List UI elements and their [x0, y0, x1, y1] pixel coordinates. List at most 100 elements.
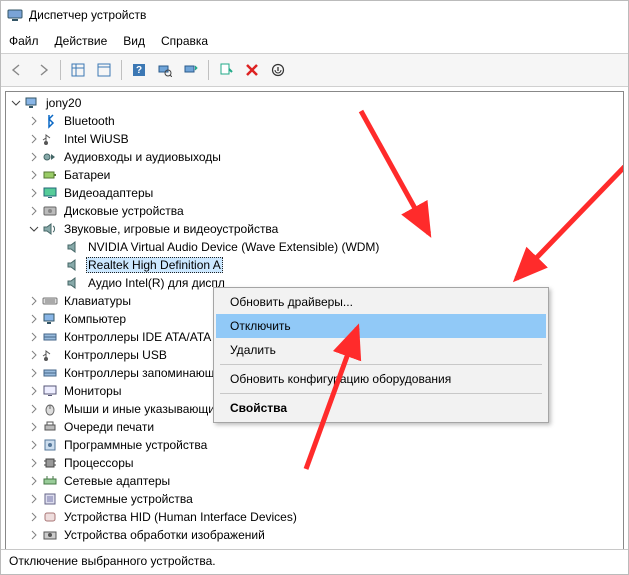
show-hide-tree-button[interactable]	[66, 58, 90, 82]
category-label: Звуковые, игровые и видеоустройства	[62, 222, 280, 236]
collapse-arrow[interactable]	[28, 223, 40, 235]
expand-arrow[interactable]	[28, 151, 40, 163]
update-driver-button[interactable]	[179, 58, 203, 82]
cpu-icon	[42, 455, 58, 471]
expand-arrow[interactable]	[28, 421, 40, 433]
tree-category[interactable]: Батареи	[6, 166, 623, 184]
expand-arrow[interactable]	[28, 511, 40, 523]
expand-arrow[interactable]	[28, 205, 40, 217]
expand-arrow[interactable]	[28, 403, 40, 415]
computer-icon	[24, 95, 40, 111]
statusbar: Отключение выбранного устройства.	[1, 549, 628, 574]
device-label: Realtek High Definition A	[86, 257, 223, 273]
window-title: Диспетчер устройств	[29, 8, 146, 22]
menu-help[interactable]: Справка	[161, 34, 208, 48]
category-label: Контроллеры запоминающ	[62, 366, 217, 380]
category-label: Системные устройства	[62, 492, 195, 506]
expand-arrow[interactable]	[28, 133, 40, 145]
menu-file[interactable]: Файл	[9, 34, 39, 48]
nav-forward-button[interactable]	[31, 58, 55, 82]
category-label: Очереди печати	[62, 420, 156, 434]
category-label: Контроллеры USB	[62, 348, 169, 362]
tree-category[interactable]: Сетевые адаптеры	[6, 472, 623, 490]
expand-arrow[interactable]	[28, 115, 40, 127]
context-menu-item[interactable]: Свойства	[216, 396, 546, 420]
tree-device[interactable]: Realtek High Definition A	[6, 256, 623, 274]
ide-icon	[42, 329, 58, 345]
category-label: Устройства HID (Human Interface Devices)	[62, 510, 299, 524]
network-icon	[42, 473, 58, 489]
expand-arrow[interactable]	[28, 187, 40, 199]
toolbar: ?	[1, 53, 628, 87]
properties-button[interactable]	[92, 58, 116, 82]
context-menu-item[interactable]: Удалить	[216, 338, 546, 362]
tree-category[interactable]: Звуковые, игровые и видеоустройства	[6, 220, 623, 238]
tree-category[interactable]: Системные устройства	[6, 490, 623, 508]
bluetooth-icon	[42, 113, 58, 129]
category-label: Мониторы	[62, 384, 123, 398]
scan-hardware-button[interactable]	[153, 58, 177, 82]
device-label: Аудио Intel(R) для диспл	[86, 276, 227, 290]
category-label: Клавиатуры	[62, 294, 133, 308]
expand-arrow[interactable]	[28, 331, 40, 343]
context-menu-item[interactable]: Обновить драйверы...	[216, 290, 546, 314]
nav-back-button[interactable]	[5, 58, 29, 82]
category-label: Компьютер	[62, 312, 128, 326]
expand-arrow[interactable]	[28, 313, 40, 325]
disk-icon	[42, 203, 58, 219]
tree-device[interactable]: NVIDIA Virtual Audio Device (Wave Extens…	[6, 238, 623, 256]
category-label: Батареи	[62, 168, 112, 182]
expand-arrow[interactable]	[28, 529, 40, 541]
sound-icon	[42, 221, 58, 237]
category-label: Дисковые устройства	[62, 204, 186, 218]
expand-arrow[interactable]	[28, 169, 40, 181]
tree-category[interactable]: Видеоадаптеры	[6, 184, 623, 202]
menu-action[interactable]: Действие	[55, 34, 108, 48]
toolbar-divider	[60, 60, 61, 80]
device-manager-window: Диспетчер устройств Файл Действие Вид Сп…	[0, 0, 629, 575]
expand-arrow[interactable]	[28, 385, 40, 397]
category-label: Аудиовходы и аудиовыходы	[62, 150, 223, 164]
titlebar: Диспетчер устройств	[1, 1, 628, 29]
tree-category[interactable]: Bluetooth	[6, 112, 623, 130]
expand-arrow[interactable]	[28, 493, 40, 505]
menu-view[interactable]: Вид	[123, 34, 145, 48]
category-label: Контроллеры IDE ATA/ATA	[62, 330, 213, 344]
tree-category[interactable]: Устройства обработки изображений	[6, 526, 623, 544]
context-menu: Обновить драйверы...ОтключитьУдалить Обно…	[213, 287, 549, 423]
category-label: Сетевые адаптеры	[62, 474, 172, 488]
tree-root[interactable]: jony20	[6, 94, 623, 112]
status-text: Отключение выбранного устройства.	[9, 554, 216, 568]
enable-device-button[interactable]	[214, 58, 238, 82]
tree-category[interactable]: Дисковые устройства	[6, 202, 623, 220]
help-button[interactable]: ?	[127, 58, 151, 82]
tree-root-label: jony20	[44, 96, 83, 110]
collapse-arrow[interactable]	[10, 97, 22, 109]
menubar: Файл Действие Вид Справка	[1, 29, 628, 53]
software-icon	[42, 437, 58, 453]
tree-category[interactable]: Intel WiUSB	[6, 130, 623, 148]
expand-arrow[interactable]	[28, 367, 40, 379]
expand-arrow[interactable]	[28, 475, 40, 487]
mouse-icon	[42, 401, 58, 417]
app-icon	[7, 7, 23, 23]
context-menu-item[interactable]: Отключить	[216, 314, 546, 338]
uninstall-device-button[interactable]	[266, 58, 290, 82]
expand-arrow[interactable]	[28, 295, 40, 307]
tree-category[interactable]: Аудиовходы и аудиовыходы	[6, 148, 623, 166]
speaker-icon	[66, 239, 82, 255]
expand-arrow[interactable]	[28, 457, 40, 469]
display-icon	[42, 185, 58, 201]
expand-arrow[interactable]	[28, 439, 40, 451]
category-label: Устройства обработки изображений	[62, 528, 267, 542]
tree-category[interactable]: Устройства HID (Human Interface Devices)	[6, 508, 623, 526]
tree-category[interactable]: Программные устройства	[6, 436, 623, 454]
disable-device-button[interactable]	[240, 58, 264, 82]
tree-category[interactable]: Процессоры	[6, 454, 623, 472]
context-menu-separator	[220, 393, 542, 394]
speaker-icon	[66, 257, 82, 273]
usb-wireless-icon	[42, 131, 58, 147]
expand-arrow[interactable]	[28, 349, 40, 361]
toolbar-divider	[121, 60, 122, 80]
context-menu-item[interactable]: Обновить конфигурацию оборудования	[216, 367, 546, 391]
